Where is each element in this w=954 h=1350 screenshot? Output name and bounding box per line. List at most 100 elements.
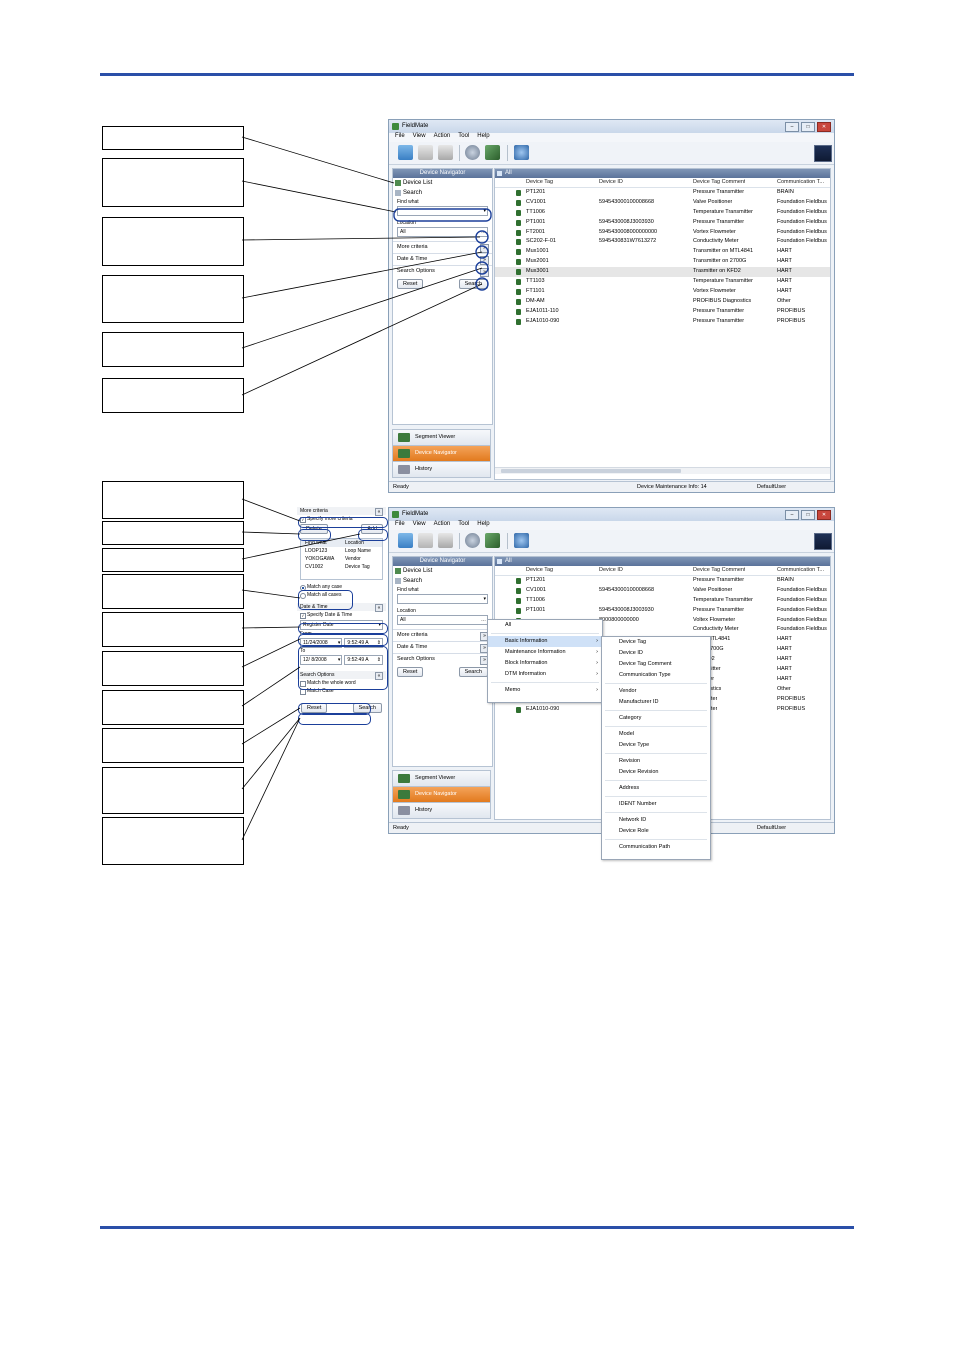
submenu-item[interactable]: Manufacturer ID bbox=[602, 697, 710, 708]
tab-history[interactable]: History bbox=[392, 803, 491, 819]
search-device-icon[interactable] bbox=[465, 533, 480, 548]
chevron-down-icon[interactable]: ▾ bbox=[338, 656, 341, 664]
find-what-combo[interactable]: ▾ bbox=[397, 206, 488, 216]
chevron-down-icon[interactable]: ▾ bbox=[378, 621, 381, 629]
submenu-item[interactable]: Network ID bbox=[602, 815, 710, 826]
tab-history[interactable]: History bbox=[392, 462, 491, 478]
menu-item-dtm-information[interactable]: DTM Information › bbox=[488, 669, 602, 680]
network-icon[interactable] bbox=[514, 533, 529, 548]
date-type-combo[interactable]: Register Date ▾ bbox=[300, 620, 383, 630]
submenu-item[interactable]: Revision bbox=[602, 756, 710, 767]
col-device-id[interactable]: Device ID bbox=[599, 178, 623, 187]
submenu-item[interactable]: Category bbox=[602, 713, 710, 724]
table-row[interactable]: PT1001 5945430008J3003930 Pressure Transmi… bbox=[495, 606, 830, 616]
submenu-item[interactable]: Device Tag Comment bbox=[602, 659, 710, 670]
table-row[interactable]: SC202-F-01 5945430831W7613272 Conductivity… bbox=[495, 237, 830, 247]
more-criteria-section[interactable]: More criteria» bbox=[393, 629, 492, 641]
checkbox-icon[interactable]: ✓ bbox=[300, 517, 306, 523]
delete-icon[interactable] bbox=[418, 145, 433, 160]
submenu-item[interactable]: Device Tag bbox=[602, 637, 710, 648]
specify-date-time-checkbox[interactable]: ✓ Specify Date & Time bbox=[297, 611, 386, 619]
from-time-picker[interactable]: 9:52:49 A ⇕ bbox=[344, 638, 383, 648]
menu-item-basic-information[interactable]: Basic Information › bbox=[488, 636, 602, 647]
expand-icon[interactable]: » bbox=[480, 256, 489, 265]
menu-view[interactable]: View bbox=[413, 521, 426, 530]
table-row[interactable]: PT1201 Pressure Transmitter BRAIN bbox=[495, 576, 830, 586]
close-icon[interactable]: ✕ bbox=[817, 510, 831, 520]
menu-item-memo[interactable]: Memo › bbox=[488, 685, 602, 696]
scroll-thumb[interactable] bbox=[501, 469, 681, 473]
to-time-picker[interactable]: 9:52:49 A ⇕ bbox=[344, 655, 383, 665]
table-row[interactable]: CV1002 Device Tag bbox=[301, 563, 382, 571]
tab-device-navigator[interactable]: Device Navigator bbox=[392, 446, 491, 462]
horizontal-scrollbar[interactable] bbox=[495, 467, 830, 474]
table-row[interactable]: TT1103 Temperature Transmitter HART bbox=[495, 277, 830, 287]
browse-icon[interactable]: … bbox=[481, 616, 486, 624]
minimize-icon[interactable]: – bbox=[785, 510, 799, 520]
reset-button[interactable]: Reset bbox=[301, 703, 328, 713]
tool-icon[interactable] bbox=[485, 533, 500, 548]
col-device-tag[interactable]: Device Tag bbox=[526, 178, 553, 187]
col-device-tag-comment[interactable]: Device Tag Comment bbox=[693, 178, 745, 187]
menu-file[interactable]: File bbox=[395, 521, 405, 530]
search-item[interactable]: Search bbox=[393, 188, 492, 198]
minimize-icon[interactable]: – bbox=[785, 122, 799, 132]
submenu-item[interactable]: Model bbox=[602, 729, 710, 740]
table-row[interactable]: EJA1011-110 Pressure Transmitter PROFIBUS bbox=[495, 307, 830, 317]
table-row[interactable]: CV1001 594543000100008668 Valve Positioner… bbox=[495, 198, 830, 208]
date-time-section[interactable]: Date & Time» bbox=[393, 641, 492, 653]
menu-tool[interactable]: Tool bbox=[458, 133, 469, 142]
network-icon[interactable] bbox=[514, 145, 529, 160]
menu-help[interactable]: Help bbox=[477, 133, 489, 142]
submenu-item[interactable]: Communication Type bbox=[602, 670, 710, 681]
menu-tool[interactable]: Tool bbox=[458, 521, 469, 530]
submenu-item[interactable]: Communication Path bbox=[602, 842, 710, 853]
location-field[interactable]: All… bbox=[397, 227, 488, 237]
menu-item-block-information[interactable]: Block Information › bbox=[488, 658, 602, 669]
chevron-down-icon[interactable]: ▾ bbox=[483, 207, 486, 215]
chevron-down-icon[interactable]: ▾ bbox=[338, 639, 341, 647]
submenu-item[interactable]: IDENT Number bbox=[602, 799, 710, 810]
submenu-item[interactable]: Device Revision bbox=[602, 767, 710, 778]
history-icon[interactable] bbox=[438, 533, 453, 548]
menu-help[interactable]: Help bbox=[477, 521, 489, 530]
checkbox-icon[interactable] bbox=[300, 689, 306, 695]
col-device-tag[interactable]: Device Tag bbox=[526, 566, 553, 575]
reset-button[interactable]: Reset bbox=[397, 279, 424, 289]
table-row[interactable]: Mux1001 Transmitter on MTL4841 HART bbox=[495, 247, 830, 257]
chevron-down-icon[interactable]: ▾ bbox=[483, 595, 486, 603]
menu-file[interactable]: File bbox=[395, 133, 405, 142]
maximize-icon[interactable]: □ bbox=[801, 122, 815, 132]
submenu-item[interactable]: Vendor bbox=[602, 686, 710, 697]
col-device-tag-comment[interactable]: Device Tag Comment bbox=[693, 566, 745, 575]
menu-item-maintenance-information[interactable]: Maintenance Information › bbox=[488, 647, 602, 658]
tool-icon[interactable] bbox=[485, 145, 500, 160]
table-row[interactable]: CV1001 594543000100008668 Valve Positioner… bbox=[495, 586, 830, 596]
spinner-icon[interactable]: ⇕ bbox=[377, 639, 381, 647]
menu-view[interactable]: View bbox=[413, 133, 426, 142]
date-time-section[interactable]: Date & Time» bbox=[393, 253, 492, 265]
device-list-item[interactable]: Device List bbox=[393, 566, 492, 576]
table-row[interactable]: PT1201 Pressure Transmitter BRAIN bbox=[495, 188, 830, 198]
close-icon[interactable]: ✕ bbox=[817, 122, 831, 132]
table-row[interactable]: TT1006 Temperature Transmitter Foundation … bbox=[495, 208, 830, 218]
match-whole-word-checkbox[interactable]: Match the whole word bbox=[297, 679, 386, 687]
from-date-picker[interactable]: 11/24/2008 ▾ bbox=[300, 638, 343, 648]
search-button[interactable]: Search bbox=[458, 667, 488, 677]
maximize-icon[interactable]: □ bbox=[801, 510, 815, 520]
table-row[interactable]: EJA1010-090 Pressure Transmitter PROFIBUS bbox=[495, 317, 830, 327]
menu-action[interactable]: Action bbox=[434, 521, 451, 530]
radio-icon[interactable] bbox=[300, 593, 306, 599]
table-row[interactable]: YOKOGAWA Vendor bbox=[301, 555, 382, 563]
table-row[interactable]: Mux2001 Transmitter on 2700G HART bbox=[495, 257, 830, 267]
expand-icon[interactable]: » bbox=[480, 268, 489, 277]
table-row[interactable]: LOOP123 Loop Name bbox=[301, 547, 382, 555]
specify-more-criteria-checkbox[interactable]: ✓ Specify more criteria bbox=[297, 515, 386, 523]
search-item[interactable]: Search bbox=[393, 576, 492, 586]
menu-item-all[interactable]: All bbox=[488, 620, 602, 631]
to-date-picker[interactable]: 12/ 8/2008 ▾ bbox=[300, 655, 343, 665]
checkbox-icon[interactable]: ✓ bbox=[300, 613, 306, 619]
tab-segment-viewer[interactable]: Segment Viewer bbox=[392, 770, 491, 787]
submenu-item[interactable]: Device ID bbox=[602, 648, 710, 659]
add-button[interactable]: Add bbox=[361, 524, 383, 534]
